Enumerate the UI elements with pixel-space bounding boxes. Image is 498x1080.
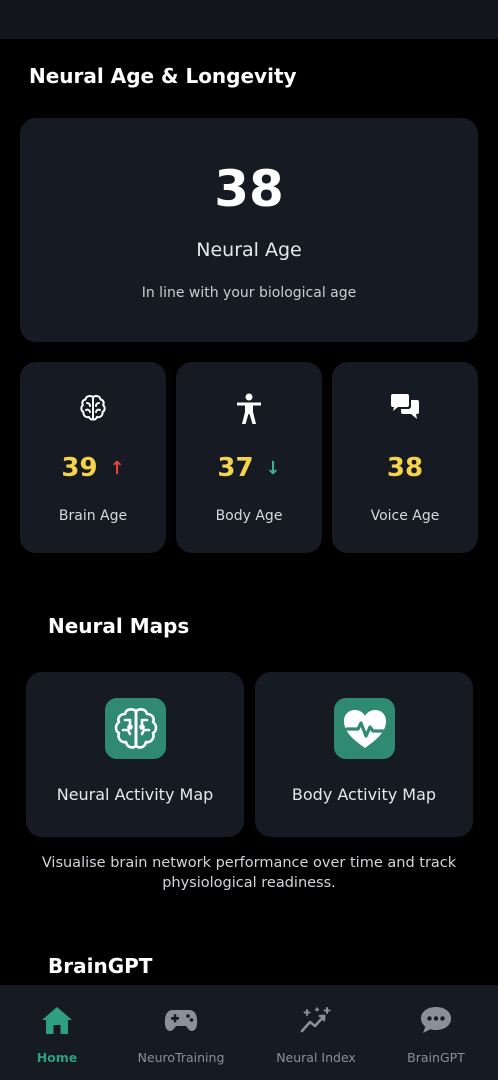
section-title-longevity: Neural Age & Longevity	[29, 64, 297, 88]
person-icon	[176, 392, 322, 426]
body-age-value: 37	[217, 453, 254, 483]
body-age-card[interactable]: 37 ↓ Body Age	[176, 362, 322, 553]
chat-bubbles-icon	[332, 392, 478, 426]
section-title-neural-maps: Neural Maps	[48, 614, 190, 638]
voice-age-value: 38	[386, 453, 424, 483]
neural-maps-description: Visualise brain network performance over…	[41, 855, 457, 891]
brain-outline-icon	[20, 392, 166, 426]
trend-up-arrow-icon: ↑	[109, 457, 125, 479]
sparkle-chart-icon	[299, 1003, 333, 1037]
trend-down-arrow-icon: ↓	[265, 457, 281, 479]
neural-age-value: 38	[214, 160, 284, 218]
nav-label-home: Home	[36, 1050, 78, 1065]
nav-label-neural-index: Neural Index	[276, 1050, 356, 1065]
voice-age-card[interactable]: 38 Voice Age	[332, 362, 478, 553]
neural-activity-map-card[interactable]: Neural Activity Map	[26, 672, 244, 837]
heart-pulse-icon	[334, 698, 395, 759]
neural-age-note: In line with your biological age	[141, 285, 357, 301]
gamepad-icon	[164, 1003, 198, 1037]
voice-age-label: Voice Age	[370, 508, 440, 524]
body-activity-map-label: Body Activity Map	[291, 785, 437, 804]
body-activity-map-card[interactable]: Body Activity Map	[255, 672, 473, 837]
neural-age-label: Neural Age	[196, 239, 302, 261]
nav-item-neural-index[interactable]: Neural Index	[256, 985, 376, 1080]
chat-dots-icon	[419, 1003, 453, 1037]
nav-item-home[interactable]: Home	[7, 985, 107, 1080]
home-icon	[40, 1003, 74, 1037]
section-title-braingpt: BrainGPT	[48, 954, 153, 978]
neural-age-card[interactable]: 38 Neural Age In line with your biologic…	[20, 118, 478, 342]
brain-age-value: 39	[61, 453, 98, 483]
brain-age-card[interactable]: 39 ↑ Brain Age	[20, 362, 166, 553]
status-bar	[0, 0, 498, 39]
neural-activity-map-label: Neural Activity Map	[56, 785, 214, 804]
nav-item-braingpt[interactable]: BrainGPT	[386, 985, 486, 1080]
nav-label-neurotraining: NeuroTraining	[137, 1050, 225, 1065]
body-age-label: Body Age	[215, 508, 283, 524]
nav-label-braingpt: BrainGPT	[407, 1050, 465, 1065]
nav-item-neurotraining[interactable]: NeuroTraining	[121, 985, 241, 1080]
bottom-navigation: Home NeuroTraining Neural Index BrainGPT	[0, 985, 498, 1080]
brain-map-icon	[105, 698, 166, 759]
brain-age-label: Brain Age	[58, 508, 128, 524]
